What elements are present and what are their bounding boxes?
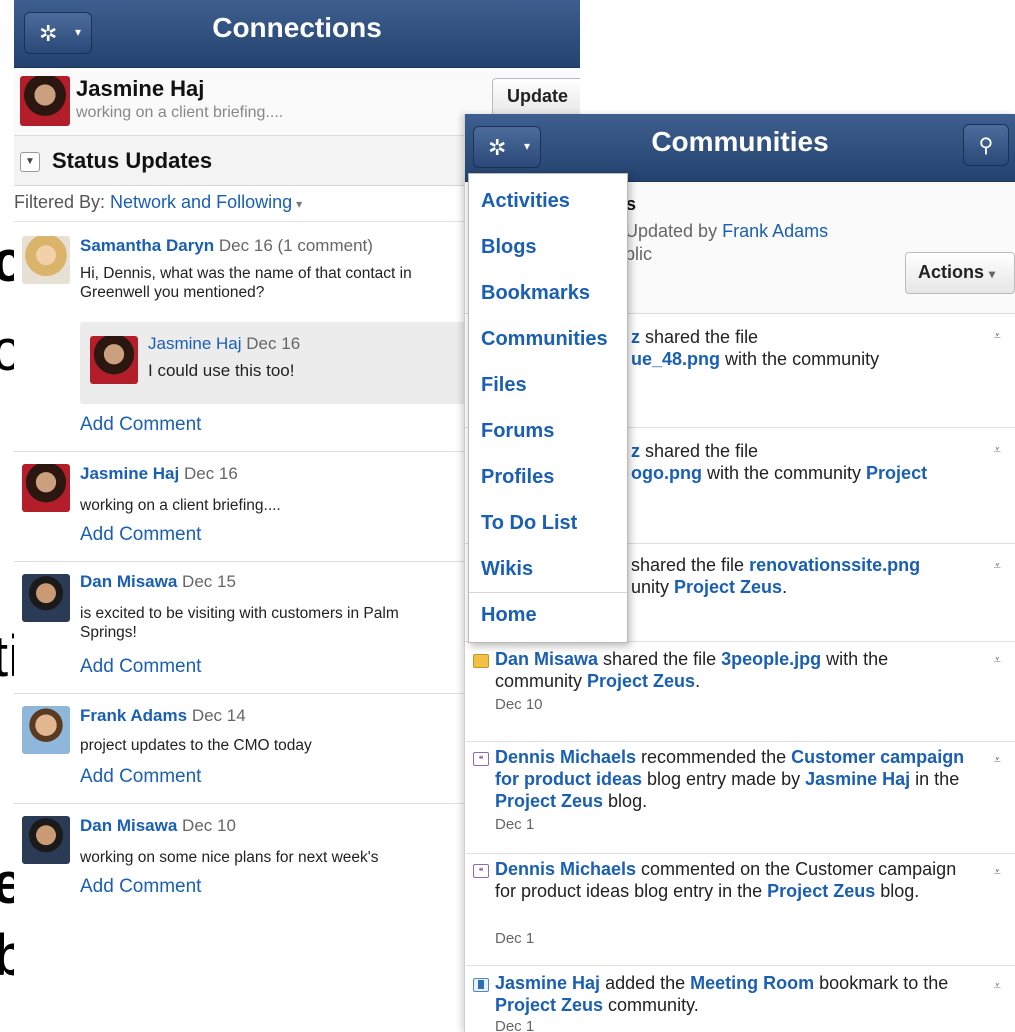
comment-author[interactable]: Jasmine Haj Dec 16: [148, 334, 300, 354]
feed-date: Dec 1: [495, 1018, 535, 1032]
menu-item-files[interactable]: Files: [481, 374, 527, 397]
expand-icon[interactable]: ⩡: [994, 652, 1001, 668]
menu-item-activities[interactable]: Activities: [481, 190, 570, 213]
page-title: Communities: [651, 126, 829, 157]
filter-dropdown[interactable]: Network and Following: [110, 192, 292, 212]
filter-label: Filtered By:: [14, 192, 111, 212]
feed-text: Dan Misawa shared the file 3people.jpg w…: [495, 649, 889, 691]
feed-item[interactable]: ❝ Dennis Michaels recommended the Custom…: [465, 742, 1015, 854]
menu-item-communities[interactable]: Communities: [481, 328, 608, 351]
connections-navbar: ✲ ▾ Connections: [14, 0, 580, 68]
apps-dropdown-menu: Activities Blogs Bookmarks Communities F…: [468, 173, 628, 643]
expand-icon[interactable]: ⩡: [994, 328, 1001, 344]
add-comment-link[interactable]: Add Comment: [80, 656, 201, 678]
post-body: Hi, Dennis, what was the name of that co…: [80, 265, 412, 301]
menu-divider: [469, 592, 627, 593]
expand-icon[interactable]: ⩡: [994, 558, 1001, 574]
post-date: Dec 16 (1 comment): [218, 236, 373, 255]
expand-icon[interactable]: ⩡: [994, 978, 1001, 994]
post-body: is excited to be visiting with customers…: [80, 605, 399, 641]
update-button[interactable]: Update: [492, 78, 580, 118]
post-author[interactable]: Frank Adams Dec 14: [80, 706, 246, 726]
menu-item-wikis[interactable]: Wikis: [481, 558, 533, 581]
feed-text: Dennis Michaels recommended the Customer…: [495, 747, 965, 811]
community-meta: I Updated by Frank Adams ublic: [615, 221, 829, 264]
blog-icon: ❝: [473, 752, 489, 766]
post-body: working on some nice plans for next week…: [80, 849, 379, 866]
post-author[interactable]: Jasmine Haj Dec 16: [80, 464, 238, 484]
collapse-icon[interactable]: ▼: [20, 152, 40, 172]
feed-date: Dec 10: [495, 696, 543, 713]
feed-text: z shared the file ue_48.png with the comm…: [631, 327, 880, 369]
my-status-text: working on a client briefing....: [76, 104, 284, 121]
post-author[interactable]: Samantha Daryn Dec 16 (1 comment): [80, 236, 373, 256]
actions-button[interactable]: Actions ▾: [905, 252, 1015, 294]
avatar[interactable]: [22, 816, 70, 864]
avatar[interactable]: [22, 464, 70, 512]
expand-icon[interactable]: ⩡: [994, 442, 1001, 458]
add-comment-link[interactable]: Add Comment: [80, 766, 201, 788]
feed-text: Dennis Michaels commented on the Custome…: [495, 859, 957, 901]
section-title: Status Updates: [52, 148, 213, 173]
my-name: Jasmine Haj: [76, 76, 205, 101]
expand-icon[interactable]: ⩡: [994, 864, 1001, 880]
updated-by-link[interactable]: Frank Adams: [722, 221, 828, 241]
menu-item-profiles[interactable]: Profiles: [481, 466, 554, 489]
feed-date: Dec 1: [495, 930, 535, 947]
blog-icon: ❝: [473, 864, 489, 878]
post-author[interactable]: Dan Misawa Dec 10: [80, 816, 236, 836]
post-body: working on a client briefing....: [80, 497, 281, 514]
folder-icon: [473, 654, 489, 668]
feed-text: z shared the file ogo.png with the commun…: [631, 441, 928, 483]
feed-text: shared the file renovationssite.png unity…: [631, 555, 921, 597]
search-icon: ⚲: [978, 135, 994, 157]
communities-navbar: ✲ ▾ Communities ⚲: [465, 114, 1015, 182]
avatar[interactable]: [90, 336, 138, 384]
feed-text: Jasmine Haj added the Meeting Room bookm…: [495, 973, 949, 1015]
feed-date: Dec 1: [495, 816, 535, 833]
page-title: Connections: [212, 12, 382, 43]
menu-item-home[interactable]: Home: [481, 604, 537, 627]
add-comment-link[interactable]: Add Comment: [80, 414, 201, 436]
avatar[interactable]: [22, 706, 70, 754]
search-button[interactable]: ⚲: [963, 124, 1009, 166]
feed-item[interactable]: ❝ Dennis Michaels commented on the Custo…: [465, 854, 1015, 966]
post-author[interactable]: Dan Misawa Dec 15: [80, 572, 236, 592]
comment: Jasmine Haj Dec 16 I could use this too!: [80, 322, 480, 404]
feed-item[interactable]: Jasmine Haj added the Meeting Room bookm…: [465, 966, 1015, 1032]
avatar[interactable]: [20, 76, 70, 126]
menu-item-bookmarks[interactable]: Bookmarks: [481, 282, 590, 305]
chevron-down-icon[interactable]: ▾: [296, 197, 302, 211]
menu-item-forums[interactable]: Forums: [481, 420, 554, 443]
menu-item-blogs[interactable]: Blogs: [481, 236, 537, 259]
add-comment-link[interactable]: Add Comment: [80, 876, 201, 898]
avatar[interactable]: [22, 574, 70, 622]
post-body: project updates to the CMO today: [80, 737, 312, 754]
add-comment-link[interactable]: Add Comment: [80, 524, 201, 546]
expand-icon[interactable]: ⩡: [994, 752, 1001, 768]
avatar[interactable]: [22, 236, 70, 284]
chevron-down-icon: ▾: [989, 267, 996, 281]
bookmark-icon: [473, 978, 489, 992]
visibility-text: ublic: [615, 244, 653, 264]
menu-item-todo[interactable]: To Do List: [481, 512, 577, 535]
feed-item[interactable]: Dan Misawa shared the file 3people.jpg w…: [465, 642, 1015, 742]
